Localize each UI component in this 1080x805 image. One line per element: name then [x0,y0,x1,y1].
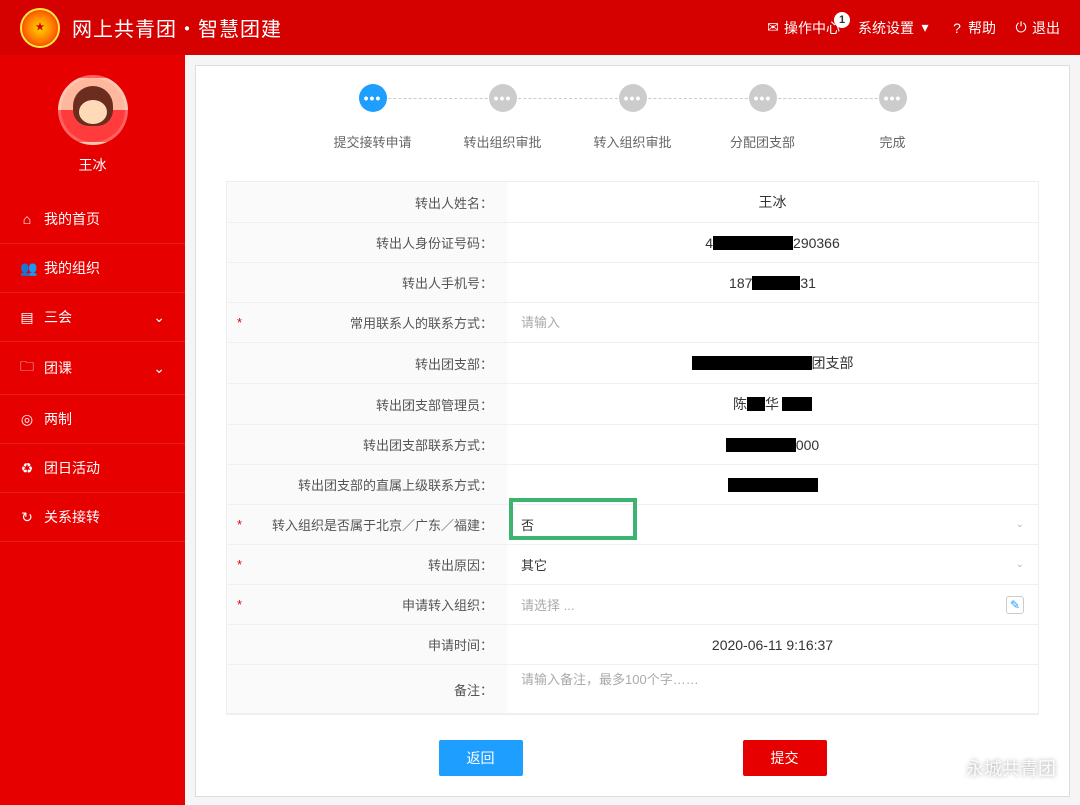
id-value: 4290366 [507,223,1038,262]
brand-title: 网上共青团・智慧团建 [72,13,282,42]
sidebar-item-target[interactable]: ◎ 两制 [0,395,185,444]
sidebar-item-label: 两制 [44,409,72,429]
help-link[interactable]: ? 帮助 [950,18,996,38]
chevron-down-icon: ⌄ [1016,559,1024,570]
app-header: ★ 网上共青团・智慧团建 ✉ 操作中心 1 系统设置 ▾ ? 帮助 ⏻ 退出 [0,0,1080,55]
recycle-icon: ♻ [20,460,34,477]
region-label: *转入组织是否属于北京／广东／福建： [227,505,507,544]
name-label: 转出人姓名： [227,182,507,222]
mail-icon: ✉ [766,19,780,36]
transfer-form: 转出人姓名：王冰 转出人身份证号码：4290366 转出人手机号：18731 *… [226,181,1039,715]
settings-label: 系统设置 [858,18,914,38]
contact-input[interactable] [521,315,1024,330]
target-label: *申请转入组织： [227,585,507,624]
opcenter-badge: 1 [834,12,850,28]
chevron-down-icon: ⌄ [153,360,165,377]
sidebar-item-label: 我的首页 [44,209,100,229]
step-dot: ••• [749,84,777,112]
step-label: 分配团支部 [730,132,795,151]
id-label: 转出人身份证号码： [227,223,507,262]
step-dot: ••• [489,84,517,112]
power-icon: ⏻ [1014,19,1028,36]
contact-label: *常用联系人的联系方式： [227,303,507,342]
sidebar-item-recycle[interactable]: ♻ 团日活动 [0,444,185,493]
sidebar-item-refresh[interactable]: ↻ 关系接转 [0,493,185,542]
step-完成: ••• 完成 [828,84,958,151]
help-label: 帮助 [968,18,996,38]
submit-button[interactable]: 提交 [743,740,827,776]
time-label: 申请时间： [227,625,507,664]
users-icon: 👥 [20,260,34,277]
chevron-down-icon: ▾ [918,19,932,36]
phone-value: 18731 [507,263,1038,302]
refresh-icon: ↻ [20,509,34,526]
time-value: 2020-06-11 9:16:37 [507,625,1038,664]
avatar[interactable] [58,75,128,145]
sidebar: 王冰 ⌂ 我的首页 👥 我的组织 ▤ 三会 ⌄ 🗀 团课 ⌄ ◎ 两制 ♻ 团日活动 ↻ 关系接转 [0,55,185,805]
superior-label: 转出团支部的直属上级联系方式： [227,465,507,504]
home-icon: ⌂ [20,211,34,227]
opcenter-link[interactable]: ✉ 操作中心 1 [766,18,840,38]
region-select[interactable]: 否⌄ [521,515,1024,534]
folder-icon: 🗀 [20,356,34,380]
admin-label: 转出团支部管理员： [227,384,507,424]
wechat-icon [936,757,958,779]
step-提交接转申请: ••• 提交接转申请 [308,84,438,151]
sidebar-item-label: 三会 [44,307,72,327]
sidebar-item-label: 关系接转 [44,507,100,527]
username: 王冰 [0,155,185,175]
help-icon: ? [950,20,964,36]
admin-value: 陈华 [507,384,1038,424]
opcenter-label: 操作中心 [784,18,840,38]
sidebar-item-home[interactable]: ⌂ 我的首页 [0,195,185,244]
superior-value [507,465,1038,504]
sidebar-item-folder[interactable]: 🗀 团课 ⌄ [0,342,185,395]
wechat-watermark: 永城共青团 [936,755,1056,781]
chevron-down-icon: ⌄ [153,309,165,326]
branch-contact-value: 000 [507,425,1038,464]
steps-bar: ••• 提交接转申请 ••• 转出组织审批 ••• 转入组织审批 ••• 分配团支部 ••• 完成 [196,66,1069,181]
sidebar-item-label: 团日活动 [44,458,100,478]
target-select[interactable]: 请选择 ...✎ [521,595,1024,614]
sidebar-item-users[interactable]: 👥 我的组织 [0,244,185,293]
step-dot: ••• [619,84,647,112]
step-label: 转入组织审批 [593,132,671,151]
step-dot: ••• [359,84,387,112]
step-label: 转出组织审批 [463,132,541,151]
step-分配团支部: ••• 分配团支部 [698,84,828,151]
sidebar-item-doc[interactable]: ▤ 三会 ⌄ [0,293,185,342]
settings-link[interactable]: 系统设置 ▾ [858,18,932,38]
branch-contact-label: 转出团支部联系方式： [227,425,507,464]
logo-emblem: ★ [20,8,60,48]
target-icon: ◎ [20,411,34,428]
remark-input[interactable] [521,669,1024,709]
step-转出组织审批: ••• 转出组织审批 [438,84,568,151]
chevron-down-icon: ⌄ [1016,519,1024,530]
step-转入组织审批: ••• 转入组织审批 [568,84,698,151]
reason-label: *转出原因： [227,545,507,584]
step-dot: ••• [879,84,907,112]
branch-value: 团支部 [507,343,1038,383]
reason-select[interactable]: 其它⌄ [521,555,1024,574]
step-label: 提交接转申请 [333,132,411,151]
main-content: ••• 提交接转申请 ••• 转出组织审批 ••• 转入组织审批 ••• 分配团支部 ••• 完成… [185,55,1080,805]
remark-label: 备注： [227,665,507,713]
step-label: 完成 [879,132,905,151]
name-value: 王冰 [507,182,1038,222]
edit-icon[interactable]: ✎ [1006,596,1024,614]
doc-icon: ▤ [20,309,34,326]
back-button[interactable]: 返回 [439,740,523,776]
sidebar-item-label: 团课 [44,358,72,378]
logout-link[interactable]: ⏻ 退出 [1014,18,1060,38]
phone-label: 转出人手机号： [227,263,507,302]
branch-label: 转出团支部： [227,343,507,383]
logout-label: 退出 [1032,18,1060,38]
sidebar-item-label: 我的组织 [44,258,100,278]
